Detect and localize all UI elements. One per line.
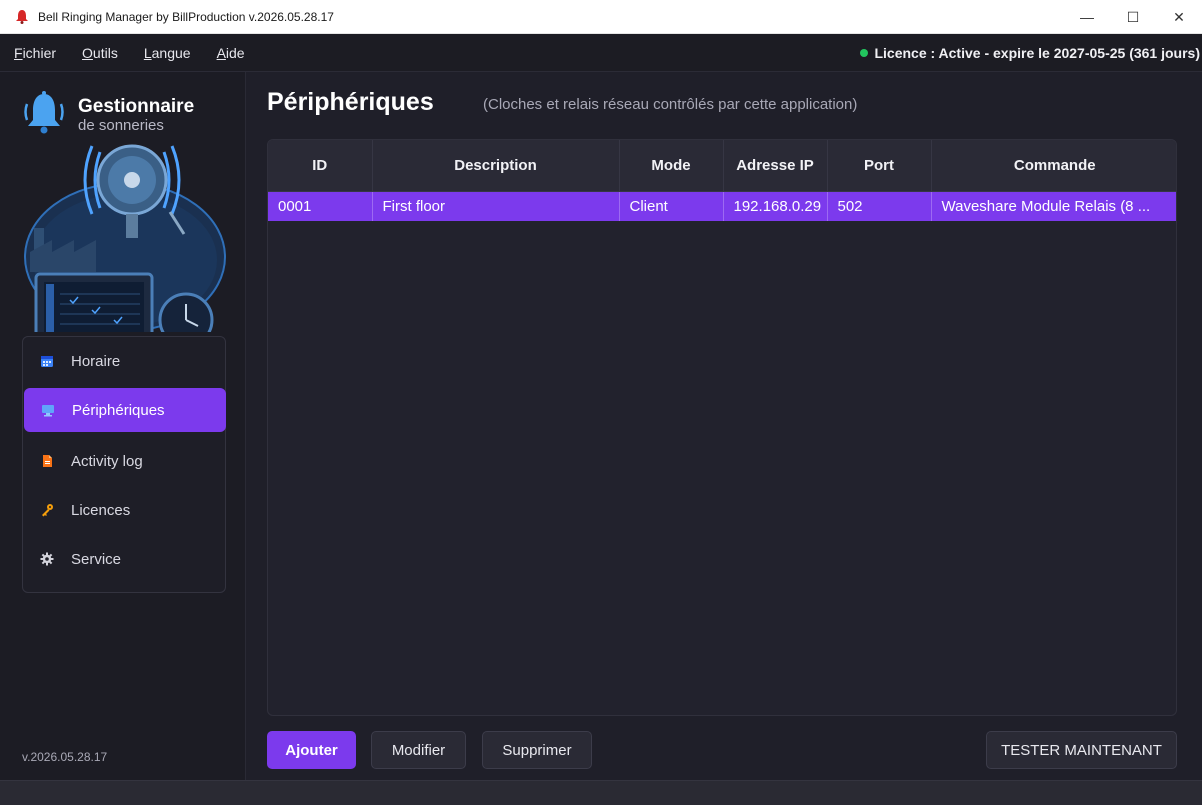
bell-logo-icon — [24, 91, 64, 134]
cell-ip-address: 192.168.0.29 — [723, 191, 828, 221]
gear-icon — [39, 551, 55, 567]
version-label: v.2026.05.28.17 — [22, 750, 108, 764]
column-header-id[interactable]: ID — [268, 140, 373, 192]
table-header-row: ID Description Mode Adresse IP Port Comm… — [268, 140, 1176, 192]
brand-title: Gestionnaire — [78, 96, 195, 117]
menu-outils[interactable]: Outils — [82, 45, 118, 61]
sidebar-item-label: Horaire — [71, 352, 121, 370]
edit-button[interactable]: Modifier — [371, 731, 466, 769]
cell-description: First floor — [372, 191, 620, 221]
license-status-dot-icon — [860, 49, 869, 57]
delete-button[interactable]: Supprimer — [482, 731, 592, 769]
cell-id: 0001 — [268, 191, 373, 221]
column-header-mode[interactable]: Mode — [619, 140, 724, 192]
sidebar: Gestionnaire de sonneries Horaire Périph… — [0, 72, 246, 780]
sidebar-item-service[interactable]: Service — [23, 537, 225, 581]
column-header-port[interactable]: Port — [827, 140, 932, 192]
sidebar-item-peripheriques[interactable]: Périphériques — [24, 388, 226, 432]
sidebar-item-label: Service — [71, 550, 122, 568]
sidebar-item-label: Licences — [71, 501, 131, 519]
monitor-icon — [40, 402, 56, 418]
minimize-button[interactable]: — — [1064, 0, 1110, 34]
cell-port: 502 — [827, 191, 932, 221]
devices-table: ID Description Mode Adresse IP Port Comm… — [267, 139, 1177, 716]
menu-fichier[interactable]: Fichier — [14, 45, 56, 61]
sidebar-item-label: Activity log — [71, 452, 143, 470]
menu-bar: Fichier Outils Langue Aide Licence : Act… — [0, 34, 1202, 72]
maximize-button[interactable]: ☐ — [1110, 0, 1156, 34]
license-status: Licence : Active - expire le 2027-05-25 … — [860, 34, 1200, 72]
table-row[interactable]: 0001 First floor Client 192.168.0.29 502… — [268, 191, 1176, 221]
sidebar-item-activity-log[interactable]: Activity log — [23, 439, 225, 483]
menu-aide[interactable]: Aide — [217, 45, 245, 61]
add-button[interactable]: Ajouter — [267, 731, 356, 769]
cell-command: Waveshare Module Relais (8 ... — [931, 191, 1176, 221]
column-header-command[interactable]: Commande — [931, 140, 1176, 192]
page-subtitle: (Cloches et relais réseau contrôlés par … — [483, 96, 858, 113]
sidebar-item-licences[interactable]: Licences — [23, 488, 225, 532]
sidebar-nav: Horaire Périphériques Activity log Licen… — [22, 336, 226, 593]
title-bar: Bell Ringing Manager by BillProduction v… — [0, 0, 1202, 34]
sidebar-item-horaire[interactable]: Horaire — [23, 339, 225, 383]
key-icon — [39, 502, 55, 518]
window-title: Bell Ringing Manager by BillProduction v… — [38, 9, 334, 24]
column-header-ip-address[interactable]: Adresse IP — [723, 140, 828, 192]
close-button[interactable]: ✕ — [1156, 0, 1202, 34]
document-icon — [39, 453, 55, 469]
menu-langue[interactable]: Langue — [144, 45, 191, 61]
sidebar-item-label: Périphériques — [72, 401, 165, 419]
bell-control-illustration — [24, 144, 226, 332]
license-text: Licence : Active - expire le 2027-05-25 … — [874, 45, 1200, 61]
brand: Gestionnaire de sonneries — [24, 90, 194, 136]
status-bar — [0, 780, 1202, 805]
test-now-button[interactable]: TESTER MAINTENANT — [986, 731, 1177, 769]
bell-app-icon — [16, 9, 28, 24]
calendar-icon — [39, 353, 55, 369]
cell-mode: Client — [619, 191, 724, 221]
page-title: Périphériques — [267, 88, 434, 116]
column-header-description[interactable]: Description — [372, 140, 620, 192]
brand-subtitle: de sonneries — [78, 117, 164, 134]
